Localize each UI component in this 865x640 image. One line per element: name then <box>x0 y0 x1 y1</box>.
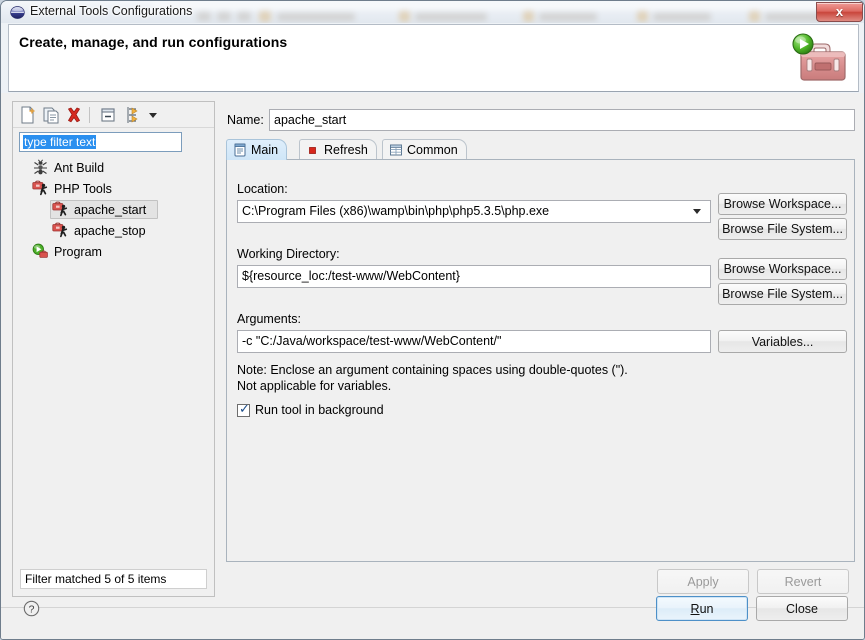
tree-item-ant-build[interactable]: Ant Build <box>14 157 213 178</box>
tree-item-label: Ant Build <box>54 160 105 175</box>
collapse-all-button[interactable] <box>98 105 118 125</box>
arguments-input[interactable]: -c "C:/Java/workspace/test-www/WebConten… <box>237 330 711 353</box>
toolbox-with-run-icon <box>792 33 846 81</box>
backdrop-blur <box>415 13 487 21</box>
backdrop-blur <box>197 12 211 21</box>
window-close-button[interactable]: x <box>816 2 863 22</box>
dialog-banner: Create, manage, and run configurations <box>8 24 859 92</box>
name-label: Name: <box>227 113 264 127</box>
apply-button[interactable]: Apply <box>657 569 749 594</box>
toolbar-separator <box>89 107 90 123</box>
run-in-background-label: Run tool in background <box>255 403 384 417</box>
copy-document-icon <box>43 107 59 124</box>
tab-common[interactable]: Common <box>382 139 467 160</box>
tree-toolbar <box>13 102 214 128</box>
name-input[interactable]: apache_start <box>269 109 855 131</box>
backdrop-blur <box>539 13 597 21</box>
variables-button[interactable]: Variables... <box>718 330 847 353</box>
location-browse-filesystem-button[interactable]: Browse File System... <box>718 218 847 240</box>
tab-refresh[interactable]: Refresh <box>299 139 377 160</box>
tab-label: Common <box>407 143 458 157</box>
tree-item-label: apache_stop <box>74 223 146 238</box>
tab-main[interactable]: Main <box>226 139 288 160</box>
configurations-tree[interactable]: Ant Build PHP Tools apache_start apache_… <box>14 157 213 547</box>
tab-label: Refresh <box>324 143 368 157</box>
tree-item-apache-stop[interactable]: apache_stop <box>14 220 213 241</box>
new-configuration-button[interactable] <box>18 105 38 125</box>
location-dropdown-arrow[interactable] <box>693 209 701 214</box>
working-directory-input[interactable]: ${resource_loc:/test-www/WebContent} <box>237 265 711 288</box>
backdrop-blur <box>259 11 271 22</box>
backdrop-blur <box>237 12 251 21</box>
program-run-icon <box>32 243 48 258</box>
page-title: Create, manage, and run configurations <box>19 34 288 50</box>
delete-configuration-button[interactable] <box>64 105 84 125</box>
arguments-note-line1: Note: Enclose an argument containing spa… <box>237 363 628 377</box>
tab-bar: Main Refresh Common <box>226 139 855 160</box>
tree-item-program[interactable]: Program <box>14 241 213 262</box>
grid-table-icon <box>390 144 402 156</box>
checkmark-icon: ✓ <box>239 401 250 417</box>
location-label: Location: <box>237 182 288 196</box>
backdrop-blur <box>217 12 231 21</box>
run-in-background-checkbox[interactable]: ✓ Run tool in background <box>237 403 384 417</box>
working-directory-label: Working Directory: <box>237 247 340 261</box>
backdrop-blur <box>637 11 648 22</box>
filter-dropdown-button[interactable] <box>146 105 160 125</box>
tree-item-label: PHP Tools <box>54 181 112 196</box>
duplicate-configuration-button[interactable] <box>41 105 61 125</box>
svg-text:?: ? <box>29 603 35 615</box>
php-tools-icon <box>52 201 68 217</box>
tree-item-php-tools[interactable]: PHP Tools <box>14 178 213 199</box>
run-button-mnemonic: R <box>690 601 700 616</box>
tab-label: Main <box>251 143 279 157</box>
working-directory-browse-filesystem-button[interactable]: Browse File System... <box>718 283 847 305</box>
filter-input[interactable]: type filter text <box>19 132 182 152</box>
backdrop-blur <box>399 11 410 22</box>
red-square-icon <box>309 147 316 154</box>
tree-item-apache-start[interactable]: apache_start <box>14 199 213 220</box>
dialog-body: type filter text Ant Build PHP Tools apa… <box>1 93 864 639</box>
chevron-down-icon <box>149 113 157 118</box>
revert-button[interactable]: Revert <box>757 569 849 594</box>
run-button-label-rest: un <box>699 601 714 616</box>
arguments-label: Arguments: <box>237 312 301 326</box>
configuration-editor-panel: Name: apache_start Main Refresh Common L… <box>223 101 855 597</box>
location-browse-workspace-button[interactable]: Browse Workspace... <box>718 193 847 215</box>
eclipse-sphere-icon <box>10 6 25 19</box>
tree-item-label: apache_start <box>74 202 147 217</box>
red-x-delete-icon <box>68 107 80 123</box>
collapse-all-icon <box>101 108 115 122</box>
title-bar: External Tools Configurations x <box>1 1 864 23</box>
php-tools-icon <box>32 180 48 196</box>
filter-button[interactable] <box>123 105 143 125</box>
checkbox-box: ✓ <box>237 401 250 417</box>
backdrop-blur <box>749 11 760 22</box>
location-input[interactable]: C:\Program Files (x86)\wamp\bin\php\php5… <box>237 200 711 223</box>
backdrop-blur <box>277 13 355 21</box>
backdrop-blur <box>523 11 534 22</box>
configurations-panel: type filter text Ant Build PHP Tools apa… <box>12 101 215 597</box>
ant-build-icon <box>34 159 47 175</box>
main-document-icon <box>234 143 246 157</box>
filter-input-value: type filter text <box>23 135 97 149</box>
close-button[interactable]: Close <box>756 596 848 621</box>
run-button[interactable]: Run <box>656 596 748 621</box>
question-mark-help-icon[interactable]: ? <box>23 600 40 617</box>
external-tools-configurations-dialog: External Tools Configurations x Create, … <box>0 0 865 640</box>
working-directory-browse-workspace-button[interactable]: Browse Workspace... <box>718 258 847 280</box>
window-title: External Tools Configurations <box>30 4 193 18</box>
tree-item-label: Program <box>54 244 102 259</box>
new-document-icon <box>21 106 35 124</box>
php-tools-icon <box>52 222 68 238</box>
close-icon: x <box>835 4 844 19</box>
filter-status-text: Filter matched 5 of 5 items <box>20 569 207 589</box>
filter-arrows-icon <box>127 107 138 123</box>
backdrop-blur <box>653 13 711 21</box>
main-tab-panel: Location: C:\Program Files (x86)\wamp\bi… <box>226 159 855 562</box>
name-row: Name: apache_start <box>223 109 855 131</box>
backdrop-blur <box>151 2 851 10</box>
arguments-note-line2: Not applicable for variables. <box>237 379 392 393</box>
